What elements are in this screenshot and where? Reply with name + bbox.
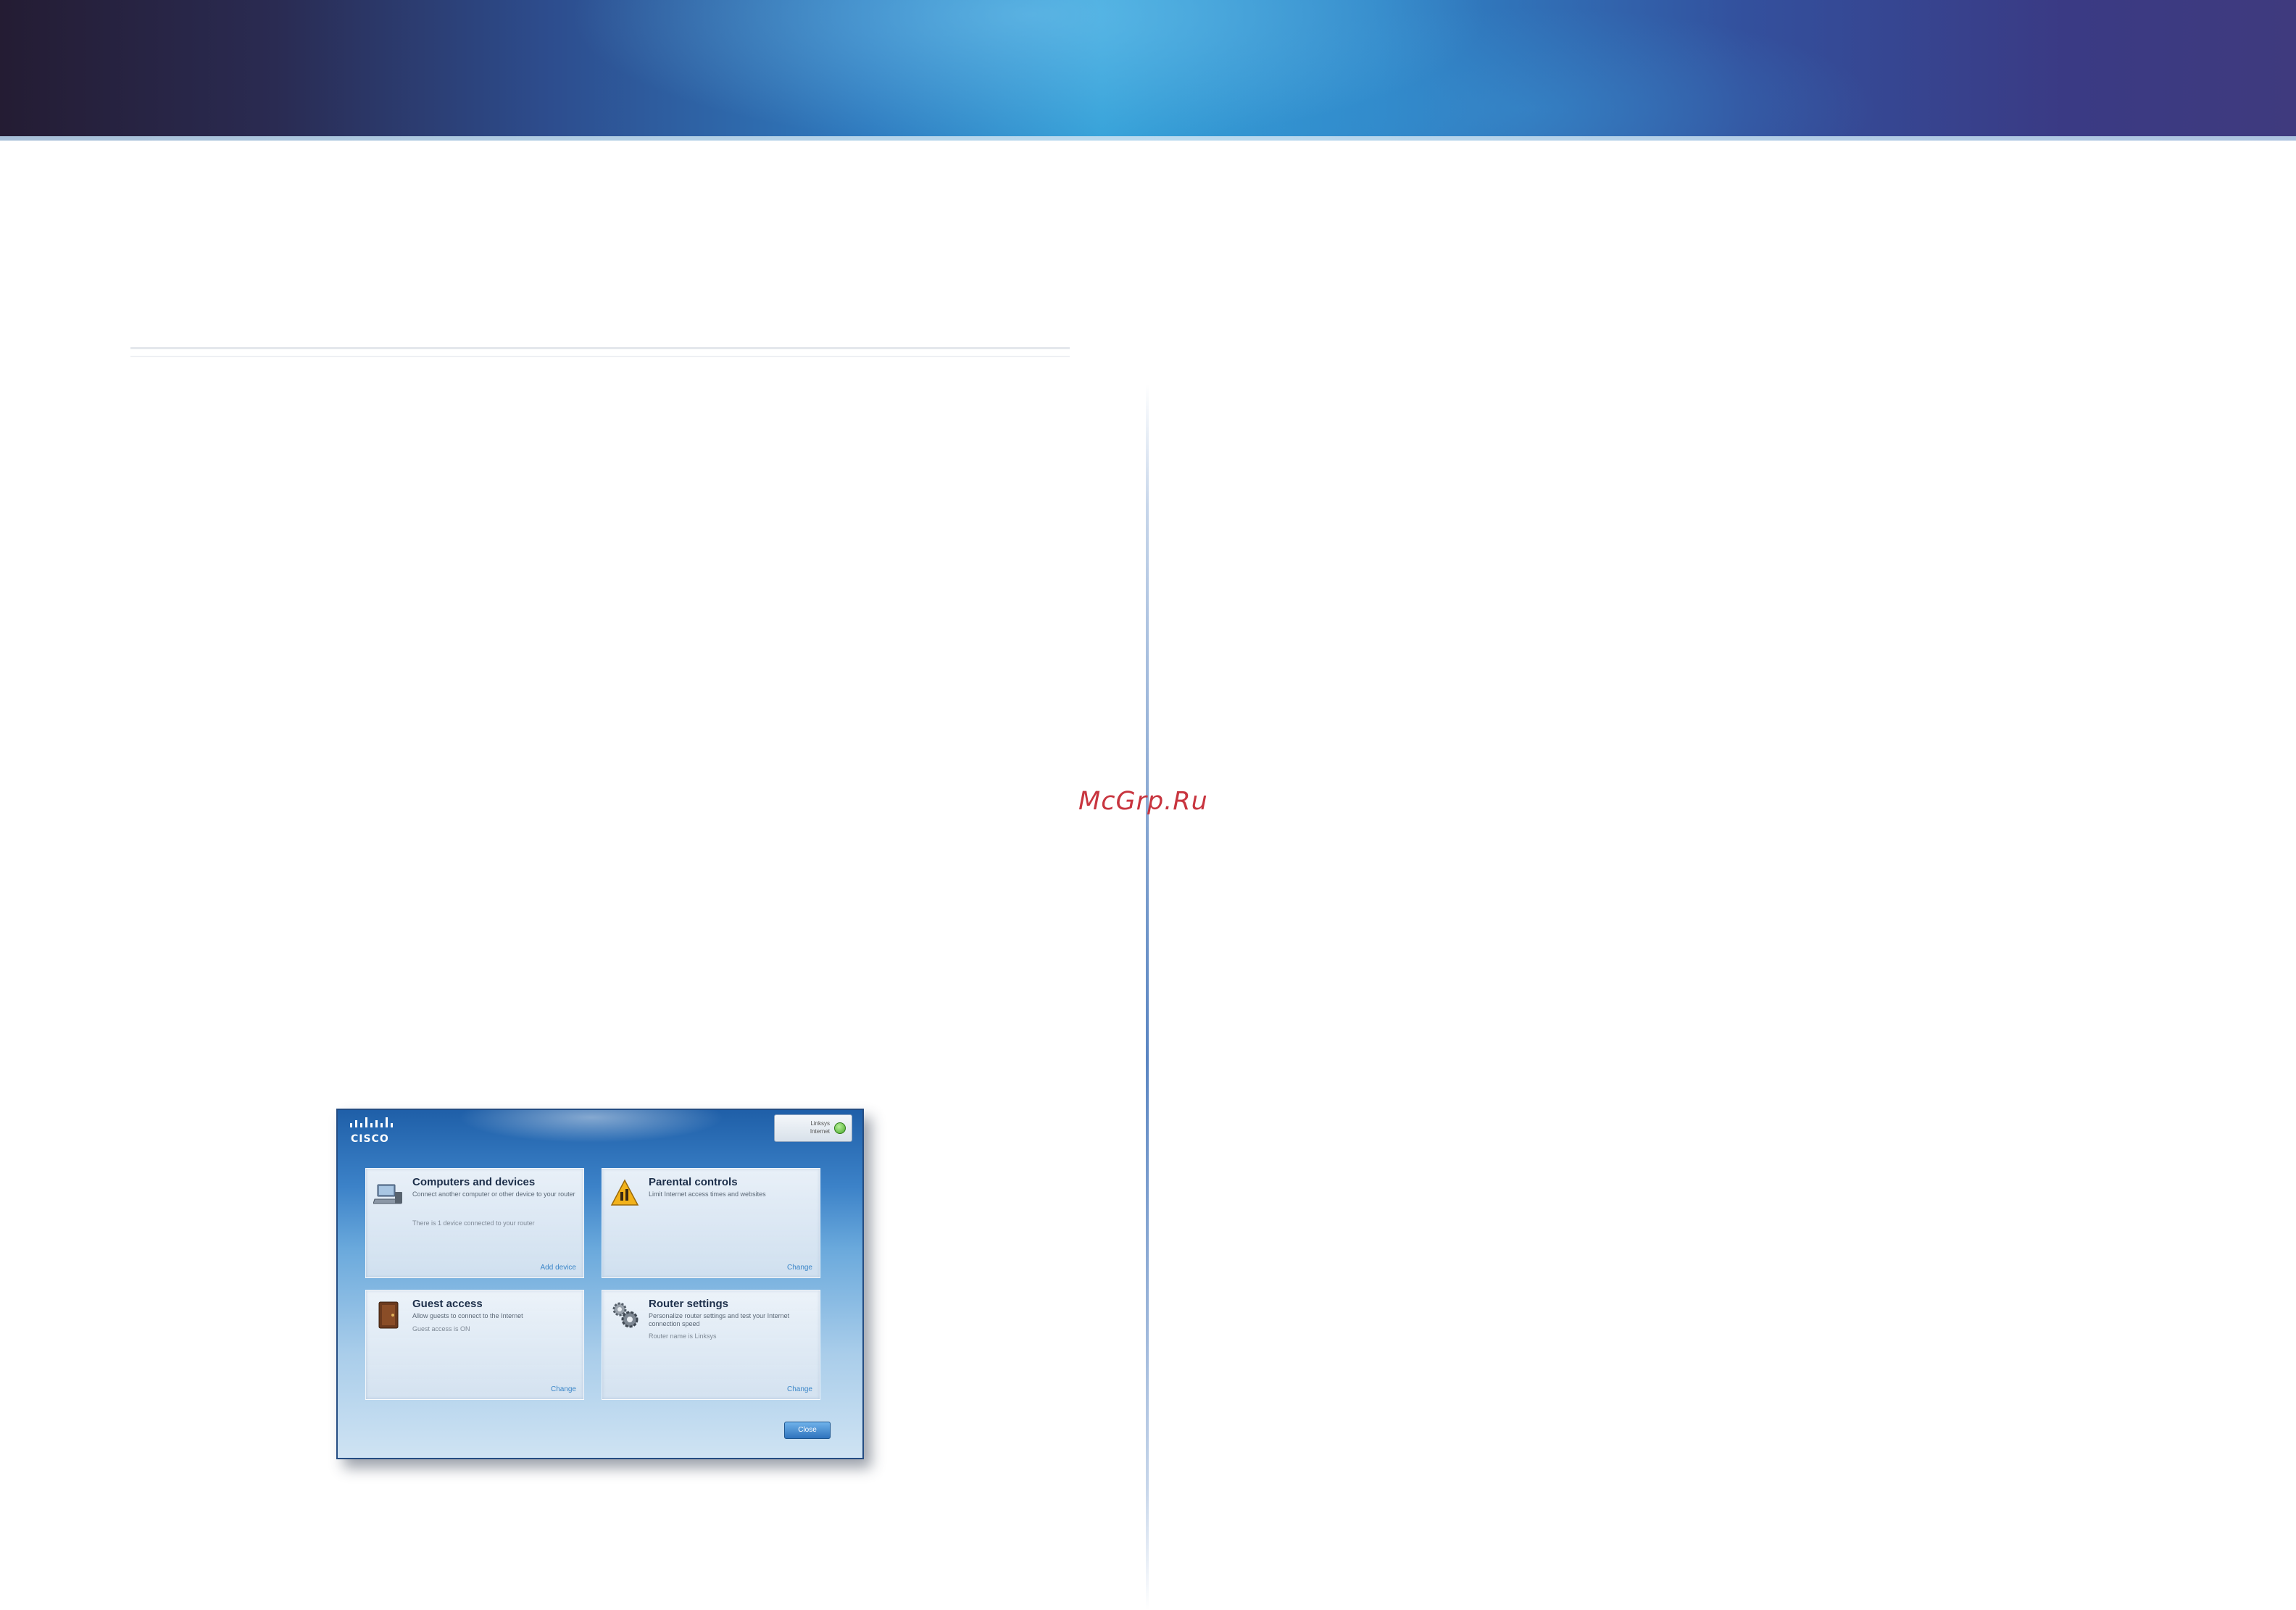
column-divider — [1146, 384, 1149, 1610]
router-ui-screenshot: CISCO Linksys Internet Computers and dev… — [336, 1109, 864, 1459]
panel-description: Connect another computer or other device… — [412, 1190, 575, 1198]
section-rule — [130, 347, 1070, 349]
panel-title: Computers and devices — [412, 1176, 536, 1188]
panel-title: Parental controls — [649, 1176, 738, 1188]
close-button[interactable]: Close — [784, 1422, 831, 1439]
status-line-2: Internet — [810, 1128, 830, 1135]
cisco-bars-icon — [350, 1117, 393, 1127]
guest-door-icon — [378, 1301, 399, 1329]
connection-status-text: Linksys Internet — [782, 1119, 830, 1135]
warning-sign-icon — [610, 1179, 639, 1206]
add-device-link[interactable]: Add device — [541, 1264, 576, 1272]
panel-computers-and-devices: Computers and devices Connect another co… — [365, 1168, 584, 1278]
panel-description: Allow guests to connect to the Internet — [412, 1312, 523, 1319]
change-guest-access-link[interactable]: Change — [551, 1385, 576, 1393]
panel-status: Router name is Linksys — [649, 1332, 717, 1340]
panel-description: Limit Internet access times and websites — [649, 1190, 766, 1198]
section-rule-shadow — [130, 356, 1070, 357]
computer-devices-icon — [373, 1184, 402, 1204]
green-status-dot-icon — [834, 1122, 846, 1134]
gears-icon — [612, 1302, 639, 1328]
cisco-logo: CISCO — [348, 1117, 399, 1149]
watermark-text: McGrp.Ru — [1078, 787, 1208, 816]
status-line-1: Linksys — [810, 1120, 830, 1127]
panel-status: Guest access is ON — [412, 1325, 470, 1332]
panel-status: There is 1 device connected to your rout… — [412, 1219, 535, 1227]
panel-guest-access: Guest access Allow guests to connect to … — [365, 1290, 584, 1400]
panel-parental-controls: Parental controls Limit Internet access … — [602, 1168, 820, 1278]
connection-status-box[interactable]: Linksys Internet — [774, 1114, 852, 1142]
header-banner-edge — [0, 136, 2296, 141]
panel-description: Personalize router settings and test you… — [649, 1312, 790, 1327]
panel-router-settings: Router settings Personalize router setti… — [602, 1290, 820, 1400]
panel-title: Guest access — [412, 1298, 483, 1310]
change-parental-controls-link[interactable]: Change — [787, 1264, 812, 1272]
panel-title: Router settings — [649, 1298, 729, 1310]
change-router-settings-link[interactable]: Change — [787, 1385, 812, 1393]
header-banner — [0, 0, 2296, 136]
cisco-wordmark: CISCO — [351, 1133, 389, 1145]
